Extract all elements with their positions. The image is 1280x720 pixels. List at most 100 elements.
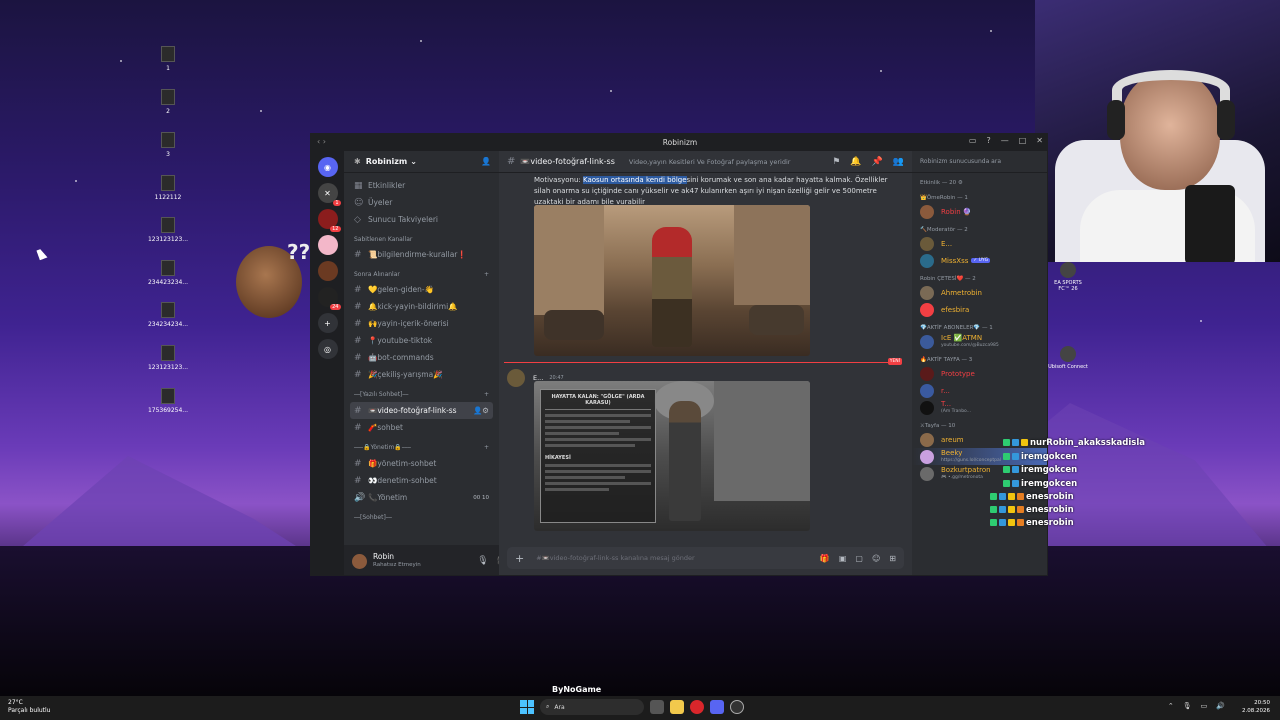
desktop-file-icon[interactable]: 175369254... — [138, 388, 198, 414]
volume-icon[interactable]: 🔊 — [1216, 702, 1225, 710]
threads-icon[interactable]: ⚑ — [832, 157, 840, 167]
nav-arrows-icon[interactable]: ‹ › — [317, 137, 326, 146]
attachment-image[interactable]: HAYATTA KALAN: "GÖLGE" (ARDA KARASU) HİK… — [534, 381, 810, 531]
close-button[interactable]: ✕ — [1036, 136, 1043, 145]
discord-home-icon[interactable]: ◉ — [317, 157, 338, 177]
avatar — [920, 253, 934, 268]
file-icon — [161, 46, 175, 62]
network-icon[interactable]: ▭ — [1201, 702, 1208, 710]
plus-icon[interactable]: + — [484, 444, 489, 452]
desktop-file-icon[interactable]: 234234234... — [138, 302, 198, 328]
desktop-file-icon[interactable]: 123123123... — [138, 345, 198, 371]
explore-icon[interactable]: ◎ — [317, 339, 338, 359]
category-label: Sabitlenen Kanallar — [354, 236, 413, 243]
channel-item[interactable]: # 📜bilgilendirme-kurallar❗ — [344, 246, 499, 263]
desktop-file-icon[interactable]: 1 — [138, 46, 198, 72]
member-item[interactable]: Robin 🔮 — [912, 203, 1047, 220]
stream-chat-line: iremgokcen — [1003, 465, 1077, 475]
member-item[interactable]: Ahmetrobin — [912, 284, 1047, 301]
member-item[interactable]: MissXss ✓ UYG — [912, 252, 1047, 269]
weather-desc: Parçalı bulutlu — [8, 707, 51, 714]
channel-item[interactable]: # 🙌yayin-içerik-önerisi — [344, 315, 499, 332]
member-item[interactable]: IcE ✅ATMN youtube.com/@Buzca985 — [912, 333, 1047, 350]
opera-gx-icon[interactable] — [690, 700, 704, 714]
desktop-file-icon[interactable]: 1122112 — [138, 175, 198, 201]
gift-icon[interactable]: 🎁 — [820, 554, 830, 563]
ubisoft-connect-shortcut[interactable]: Ubisoft Connect — [1048, 346, 1088, 370]
category-yazili[interactable]: ⎯⎯[Yazılı Sohbet]⎯⎯ + — [344, 383, 499, 402]
desktop-file-icon[interactable]: 123123123... — [138, 217, 198, 243]
windows-start-icon[interactable] — [520, 700, 534, 714]
invite-icon[interactable]: 👤 — [481, 157, 491, 166]
category-pinned[interactable]: Sabitlenen Kanallar — [344, 228, 499, 246]
desktop-file-icon[interactable]: 3 — [138, 132, 198, 158]
pin-icon[interactable]: 📌 — [872, 157, 883, 167]
member-item[interactable]: r... — [912, 382, 1047, 399]
voice-channel-item[interactable]: 🔊 📞Yönetim 00 10 — [344, 489, 499, 506]
message-composer[interactable]: + #📼video-fotoğraf-link-ss kanalına mesa… — [507, 547, 904, 569]
sidebar-item-events[interactable]: ▦ Etkinlikler — [344, 177, 499, 194]
channel-item[interactable]: # 🎁yönetim-sohbet — [344, 455, 499, 472]
channel-item[interactable]: # 🤖bot-commands — [344, 349, 499, 366]
member-item[interactable]: efesbira — [912, 301, 1047, 318]
bell-icon[interactable]: 🔔 — [850, 157, 861, 167]
stream-chat-line: iremgokcen — [1003, 452, 1077, 462]
sidebar-item-boosts[interactable]: ◇ Sunucu Takviyeleri — [344, 211, 499, 228]
server-icon[interactable] — [317, 235, 338, 255]
member-name: T... — [941, 399, 952, 408]
member-item[interactable]: Prototype — [912, 365, 1047, 382]
inbox-icon[interactable]: ▭ — [969, 136, 977, 145]
attach-plus-icon[interactable]: + — [515, 552, 524, 565]
channel-item[interactable]: # 👀denetim-sohbet — [344, 472, 499, 489]
discord-taskbar-icon[interactable] — [710, 700, 724, 714]
sidebar-item-members[interactable]: ☺ Üyeler — [344, 194, 499, 211]
member-item[interactable]: T... (Am Tranbo... — [912, 399, 1047, 416]
ea-sports-fc-shortcut[interactable]: EA SPORTS FC™ 26 — [1048, 262, 1088, 292]
task-view-icon[interactable] — [650, 700, 664, 714]
card-title: HAYATTA KALAN: "GÖLGE" (ARDA KARASU) — [545, 394, 651, 410]
plus-icon[interactable]: + — [484, 271, 489, 278]
server-icon[interactable]: ✕ 1 — [317, 183, 341, 206]
minimize-button[interactable]: — — [1001, 136, 1009, 145]
add-server-icon[interactable]: + — [317, 313, 338, 333]
channel-item[interactable]: # 🔔kick-yayin-bildirimi🔔 — [344, 298, 499, 315]
category-yonetim[interactable]: ⎯⎯⎯🔒Yönetim🔒⎯⎯⎯ + — [344, 436, 499, 455]
search-input[interactable]: Robinizm sunucusunda ara — [912, 151, 1047, 173]
maximize-button[interactable]: □ — [1019, 136, 1027, 145]
apps-icon[interactable]: ⊞ — [889, 554, 896, 563]
mic-tray-icon[interactable]: 🎙 — [1183, 702, 1192, 710]
microphone-icon[interactable]: 🎙 — [477, 556, 488, 566]
weather-widget[interactable]: 27°C Parçalı bulutlu — [8, 699, 50, 715]
server-icon[interactable] — [317, 261, 338, 281]
gif-icon[interactable]: ▣ — [839, 554, 847, 563]
soldier-figure — [652, 227, 692, 347]
system-clock[interactable]: 20:50 2.08.2026 — [1242, 699, 1270, 715]
channel-item-active[interactable]: # 📼video-fotoğraf-link-ss 👤⚙ — [350, 402, 493, 419]
channel-settings-icon[interactable]: 👤⚙ — [473, 406, 489, 415]
channel-item[interactable]: # 💛gelen-giden-👋 — [344, 281, 499, 298]
server-header[interactable]: ✱ Robinizm ⌄ 👤 — [344, 151, 499, 173]
attachment-image[interactable] — [534, 205, 810, 356]
emoji-icon[interactable]: ☺ — [872, 554, 880, 563]
channel-item[interactable]: # 🎉çekiliş-yarışma🎉 — [344, 366, 499, 383]
avatar[interactable] — [352, 553, 367, 569]
server-icon[interactable]: 24 — [317, 287, 341, 310]
chevron-up-icon[interactable]: ⌃ — [1168, 702, 1174, 710]
file-explorer-icon[interactable] — [670, 700, 684, 714]
desktop-file-icon[interactable]: 234423234... — [138, 260, 198, 286]
server-icon[interactable]: 12 — [317, 209, 341, 232]
member-name: IcE ✅ATMN — [941, 333, 983, 342]
member-item[interactable]: E... — [912, 235, 1047, 252]
desktop-file-icon[interactable]: 2 — [138, 89, 198, 115]
obs-icon[interactable] — [730, 700, 744, 714]
search-input[interactable]: ⌕ Ara — [540, 699, 644, 715]
sticker-icon[interactable]: ▢ — [855, 554, 863, 563]
avatar[interactable] — [507, 369, 525, 387]
help-icon[interactable]: ? — [986, 136, 990, 145]
plus-icon[interactable]: + — [484, 391, 489, 399]
channel-item[interactable]: # 🧨sohbet — [344, 419, 499, 436]
members-toggle-icon[interactable]: 👥 — [893, 157, 904, 167]
category-recent[interactable]: Sonra Alınanlar + — [344, 263, 499, 281]
channel-item[interactable]: # 📍youtube-tiktok — [344, 332, 499, 349]
category-sohbet[interactable]: ⎯⎯[Sohbet]⎯⎯ — [344, 506, 499, 525]
